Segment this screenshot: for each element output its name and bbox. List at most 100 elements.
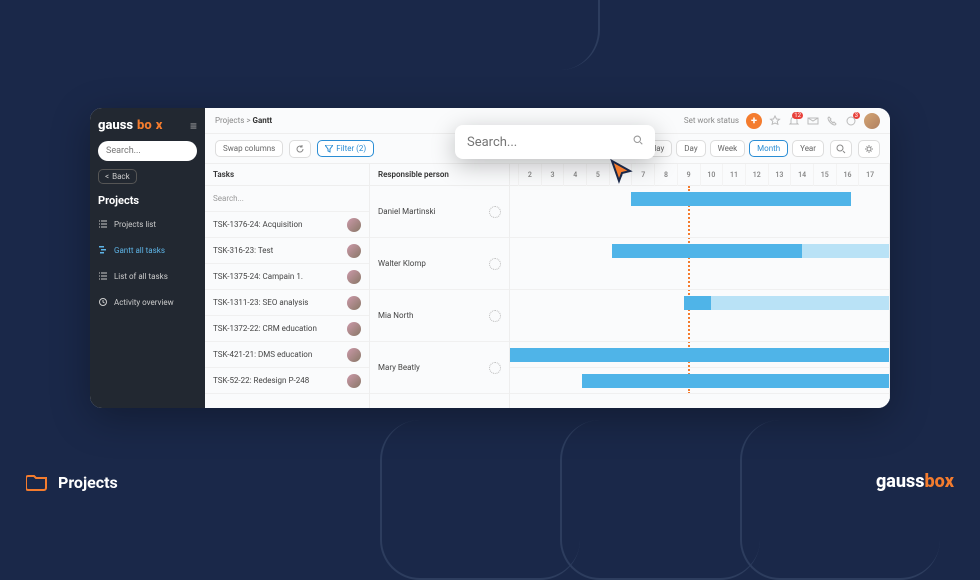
back-label: Back	[112, 172, 130, 181]
alert-icon[interactable]: 3	[845, 115, 857, 127]
resp-name: Mary Beatly	[378, 363, 420, 372]
avatar	[347, 244, 361, 258]
task-search-row[interactable]: Search...	[205, 186, 369, 212]
gantt-day: 3	[541, 164, 564, 186]
gantt-day: 12	[745, 164, 768, 186]
week-button[interactable]: Week	[710, 140, 746, 157]
brand-text-c: x	[945, 471, 954, 492]
resp-row[interactable]: Daniel Martinski	[370, 186, 509, 238]
avatar	[347, 270, 361, 284]
search-button[interactable]	[830, 140, 852, 158]
gantt-row[interactable]	[510, 238, 889, 290]
expand-icon[interactable]	[489, 206, 501, 218]
sidebar-item-activity[interactable]: Activity overview	[98, 293, 197, 311]
gantt-icon	[98, 245, 108, 255]
sidebar-item-label: Projects list	[114, 220, 156, 229]
resp-header: Responsible person	[370, 164, 509, 186]
sidebar-item-label: List of all tasks	[114, 272, 168, 281]
year-button[interactable]: Year	[792, 140, 824, 157]
refresh-button[interactable]	[289, 140, 311, 158]
gantt-day: 16	[836, 164, 859, 186]
avatar	[347, 296, 361, 310]
activity-icon	[98, 297, 108, 307]
sidebar-item-list-all[interactable]: List of all tasks	[98, 267, 197, 285]
footer-label: Projects	[58, 473, 118, 492]
bell-icon[interactable]: 12	[788, 115, 800, 127]
task-label: TSK-1372-22: CRM education	[213, 324, 317, 333]
day-button[interactable]: Day	[676, 140, 705, 157]
table-row[interactable]: TSK-52-22: Redesign P-248	[205, 368, 369, 394]
phone-icon[interactable]	[826, 115, 838, 127]
star-icon[interactable]	[769, 115, 781, 127]
sidebar-item-projects-list[interactable]: Projects list	[98, 215, 197, 233]
filter-button[interactable]: Filter (2)	[317, 140, 374, 157]
table-row[interactable]: TSK-1375-24: Campain 1.	[205, 264, 369, 290]
task-label: Search...	[213, 194, 244, 203]
list-icon	[98, 271, 108, 281]
search-popup-input[interactable]	[467, 135, 633, 150]
resp-row[interactable]: Walter Klomp	[370, 238, 509, 290]
resp-name: Mia North	[378, 311, 413, 320]
avatar	[347, 322, 361, 336]
settings-button[interactable]	[858, 140, 880, 158]
task-label: TSK-1311-23: SEO analysis	[213, 298, 308, 307]
avatar	[347, 348, 361, 362]
table-row[interactable]: TSK-316-23: Test	[205, 238, 369, 264]
gantt-day: 17	[858, 164, 881, 186]
badge: 3	[853, 112, 860, 119]
gantt-row[interactable]	[510, 290, 889, 342]
breadcrumb-parent[interactable]: Projects	[215, 116, 244, 125]
gantt-day: 8	[654, 164, 677, 186]
brand-text-a: gauss	[876, 471, 925, 492]
gantt-row[interactable]	[510, 186, 889, 238]
brand-text-b: bo	[137, 118, 152, 133]
gantt-day: 14	[790, 164, 813, 186]
gantt-day: 10	[700, 164, 723, 186]
avatar[interactable]	[864, 113, 880, 129]
tasks-column: Tasks Search... TSK-1376-24: Acquisition…	[205, 164, 370, 408]
task-label: TSK-1375-24: Campain 1.	[213, 272, 303, 281]
swap-columns-button[interactable]: Swap columns	[215, 140, 283, 157]
table-row[interactable]: TSK-421-21: DMS education	[205, 342, 369, 368]
sidebar-item-gantt[interactable]: Gantt all tasks	[98, 241, 197, 259]
gantt-day: 13	[768, 164, 791, 186]
resp-row[interactable]: Mia North	[370, 290, 509, 342]
breadcrumb-sep: >	[246, 116, 250, 125]
brand-logo: gaussbox ≡	[98, 118, 197, 133]
sidebar-search-input[interactable]	[98, 141, 197, 161]
expand-icon[interactable]	[489, 258, 501, 270]
gantt-row[interactable]	[510, 368, 889, 394]
badge: 12	[792, 112, 803, 119]
responsible-column: Responsible person Daniel Martinski Walt…	[370, 164, 510, 408]
topbar-actions: Set work status + 12 3	[684, 113, 880, 129]
table-row[interactable]: TSK-1311-23: SEO analysis	[205, 290, 369, 316]
gantt-row[interactable]	[510, 342, 889, 368]
set-status-link[interactable]: Set work status	[684, 116, 739, 125]
filter-label: Filter (2)	[336, 144, 366, 153]
breadcrumb[interactable]: Projects > Gantt	[215, 116, 272, 125]
brand-text-b: bo	[924, 471, 944, 492]
menu-icon[interactable]: ≡	[190, 119, 197, 133]
task-label: TSK-421-21: DMS education	[213, 350, 312, 359]
expand-icon[interactable]	[489, 310, 501, 322]
sidebar: gaussbox ≡ < Back Projects Projects list…	[90, 108, 205, 408]
content: Tasks Search... TSK-1376-24: Acquisition…	[205, 164, 890, 408]
mail-icon[interactable]	[807, 115, 819, 127]
resp-row[interactable]: Mary Beatly	[370, 342, 509, 394]
month-button[interactable]: Month	[749, 140, 788, 157]
table-row[interactable]: TSK-1376-24: Acquisition	[205, 212, 369, 238]
back-button[interactable]: < Back	[98, 169, 137, 184]
sidebar-item-label: Gantt all tasks	[114, 246, 165, 255]
avatar	[347, 218, 361, 232]
expand-icon[interactable]	[489, 362, 501, 374]
table-row[interactable]: TSK-1372-22: CRM education	[205, 316, 369, 342]
avatar	[347, 374, 361, 388]
gantt-day: 5	[586, 164, 609, 186]
footer-brand: gaussbox	[876, 471, 954, 492]
gantt-day: 9	[677, 164, 700, 186]
list-icon	[98, 219, 108, 229]
gantt-day: 4	[563, 164, 586, 186]
search-icon[interactable]	[633, 135, 643, 149]
footer-projects: Projects	[26, 472, 118, 492]
add-button[interactable]: +	[746, 113, 762, 129]
